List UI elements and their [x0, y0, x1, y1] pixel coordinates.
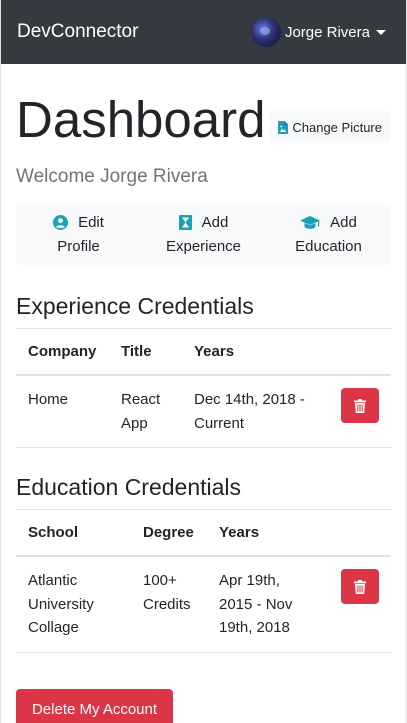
education-years: Apr 19th, 2015 - Nov 19th, 2018	[207, 556, 341, 653]
education-table: School Degree Years Atlantic University …	[16, 509, 391, 653]
add-education-button[interactable]: Add Education	[266, 204, 391, 265]
add-experience-label-2: Experience	[165, 237, 242, 255]
add-experience-label-1: Add	[201, 213, 229, 231]
welcome-text: Welcome Jorge Rivera	[16, 166, 208, 187]
hourglass-icon	[178, 215, 192, 230]
experience-section-title: Experience Credentials	[16, 293, 254, 319]
col-company: Company	[16, 328, 109, 376]
user-dropdown-toggle[interactable]: Jorge Rivera	[250, 17, 386, 47]
avatar	[250, 17, 281, 47]
dashboard-actions: Edit Profile Add Experience Add Educatio…	[16, 204, 391, 265]
experience-title: React App	[109, 375, 182, 448]
experience-table: Company Title Years Home React App Dec 1…	[16, 328, 391, 448]
user-circle-icon	[53, 215, 69, 230]
col-years: Years	[207, 509, 341, 557]
delete-experience-button[interactable]	[341, 388, 379, 423]
edit-profile-label-2: Profile	[57, 237, 100, 255]
trash-icon	[354, 398, 366, 413]
trash-icon	[354, 579, 366, 594]
edit-profile-button[interactable]: Edit Profile	[16, 204, 141, 265]
caret-down-icon	[376, 29, 386, 35]
edit-profile-label-1: Edit	[78, 213, 104, 231]
col-years: Years	[182, 328, 341, 376]
col-school: School	[16, 509, 131, 557]
add-experience-button[interactable]: Add Experience	[141, 204, 266, 265]
file-image-icon	[278, 120, 289, 134]
table-row: Home React App Dec 14th, 2018 - Current	[16, 375, 391, 448]
title-row: Dashboard Change Picture	[16, 64, 391, 156]
education-school: Atlantic University Collage	[16, 556, 131, 653]
education-degree: 100+ Credits	[131, 556, 207, 653]
education-section-title: Education Credentials	[16, 474, 242, 500]
user-name: Jorge Rivera	[284, 23, 370, 41]
add-education-label-1: Add	[330, 213, 357, 231]
delete-account-button[interactable]: Delete My Account	[16, 689, 173, 723]
page-title: Dashboard	[16, 91, 266, 148]
change-picture-label: Change Picture	[292, 119, 382, 135]
graduation-cap-icon	[300, 215, 321, 229]
add-education-label-2: Education	[295, 237, 362, 255]
experience-years: Dec 14th, 2018 - Current	[182, 375, 341, 448]
navbar: DevConnector Jorge Rivera	[1, 0, 406, 64]
brand-link[interactable]: DevConnector	[17, 21, 138, 43]
table-row: Atlantic University Collage 100+ Credits…	[16, 556, 391, 653]
col-degree: Degree	[131, 509, 207, 557]
delete-education-button[interactable]	[341, 569, 379, 604]
col-title: Title	[109, 328, 182, 376]
experience-company: Home	[16, 375, 109, 448]
change-picture-button[interactable]: Change Picture	[269, 111, 391, 143]
dashboard-content: Dashboard Change Picture Welcome Jorge R…	[1, 64, 406, 653]
